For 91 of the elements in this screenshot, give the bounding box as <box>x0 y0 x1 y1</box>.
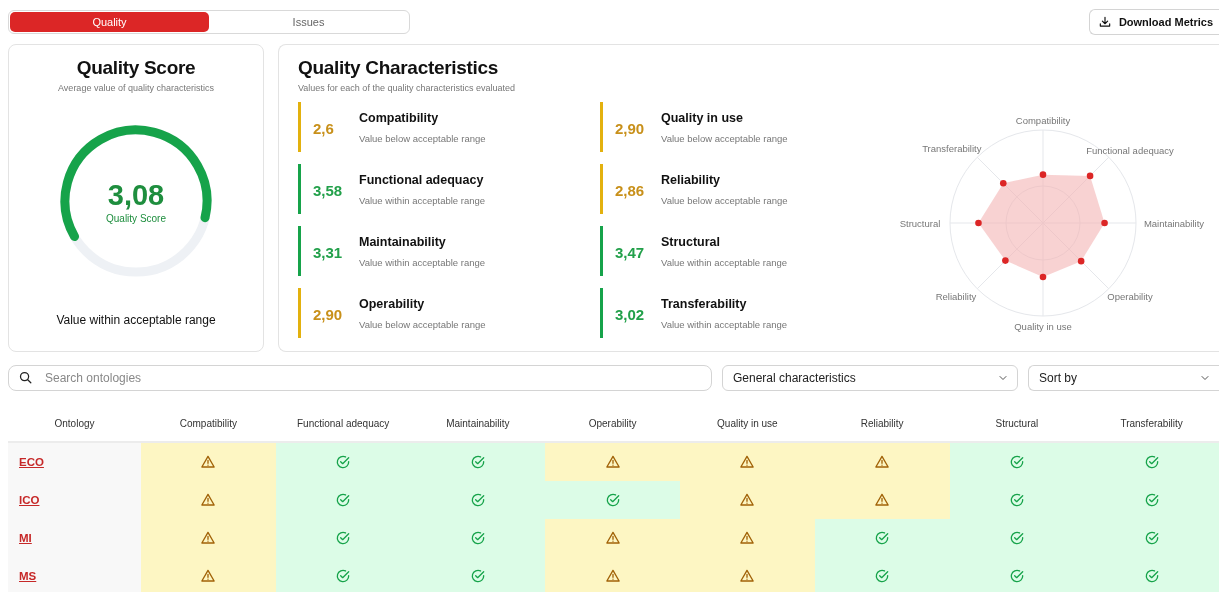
characteristic-name: Quality in use <box>661 110 744 125</box>
check-circle-icon <box>469 492 486 508</box>
card-title: Quality Characteristics <box>298 57 500 79</box>
search-field[interactable]: Search ontologies <box>8 365 712 391</box>
download-icon <box>1097 15 1112 29</box>
card-subtitle: Average value of quality characteristics <box>58 83 214 93</box>
characteristic-name: Structural <box>661 234 722 249</box>
characteristic-name: Compatibility <box>359 110 440 125</box>
characteristic-status: Value within acceptable range <box>661 318 788 330</box>
sort-dropdown[interactable]: Sort by <box>1028 365 1219 391</box>
data-point <box>1039 171 1047 178</box>
warning-icon <box>739 530 756 546</box>
check-circle-icon <box>1008 492 1025 508</box>
data-point <box>1101 219 1108 227</box>
characteristic-name: Transferability <box>661 296 748 311</box>
warning-icon <box>739 492 756 508</box>
characteristic-value: 3,58 <box>313 181 344 199</box>
ontology-link[interactable]: ECO <box>19 456 44 468</box>
characteristic-status: Value within acceptable range <box>359 194 486 206</box>
radar-axis-label: Maintainability <box>1143 217 1205 229</box>
radar-axis-label: Quality in use <box>1014 320 1072 332</box>
check-circle-icon <box>469 454 486 470</box>
ontology-link[interactable]: MS <box>19 570 37 582</box>
search-icon <box>18 370 33 385</box>
check-circle-icon <box>335 454 352 470</box>
data-point <box>975 219 982 227</box>
radar-axis-label: Transferability <box>922 142 982 154</box>
check-circle-icon <box>335 568 352 584</box>
ontology-link[interactable]: ICO <box>19 494 40 506</box>
characteristic-status: Value below acceptable range <box>359 318 486 330</box>
characteristic-value: 2,90 <box>615 119 646 137</box>
check-circle-icon <box>874 568 891 584</box>
card-title: Quality Score <box>76 57 196 79</box>
characteristic-status: Value below acceptable range <box>661 194 788 206</box>
ontology-link[interactable]: MI <box>19 532 32 544</box>
characteristic-value: 2,86 <box>615 181 646 199</box>
characteristic-name: Functional adequacy <box>359 172 485 187</box>
characteristics-dropdown[interactable]: General characteristics <box>722 365 1018 391</box>
warning-icon <box>874 492 891 508</box>
radar-axis-label: Reliability <box>935 290 977 302</box>
radar-axis-label: Structural <box>899 217 941 229</box>
tab[interactable]: Quality <box>10 12 209 32</box>
warning-icon <box>739 568 756 584</box>
check-circle-icon <box>1008 568 1025 584</box>
radar-axis-label: Functional adequacy <box>1086 144 1174 156</box>
warning-icon <box>200 492 217 508</box>
warning-icon <box>200 568 217 584</box>
warning-icon <box>604 568 621 584</box>
score-verdict: Value within acceptable range <box>56 313 216 327</box>
check-circle-icon <box>1143 568 1160 584</box>
characteristic-value: 3,02 <box>615 305 646 323</box>
check-circle-icon <box>1008 454 1025 470</box>
check-circle-icon <box>469 568 486 584</box>
data-point <box>1077 257 1085 265</box>
radar-axis-label: Compatibility <box>1015 114 1071 126</box>
data-point <box>1039 273 1047 281</box>
warning-icon <box>200 530 217 546</box>
warning-icon <box>604 530 621 546</box>
characteristic-status: Value below acceptable range <box>359 132 486 144</box>
characteristic-status: Value within acceptable range <box>661 256 788 268</box>
warning-icon <box>739 454 756 470</box>
check-circle-icon <box>335 492 352 508</box>
check-circle-icon <box>604 492 621 508</box>
warning-icon <box>604 454 621 470</box>
check-circle-icon <box>469 530 486 546</box>
characteristic-status: Value below acceptable range <box>661 132 788 144</box>
warning-icon <box>874 454 891 470</box>
check-circle-icon <box>1143 530 1160 546</box>
characteristic-name: Maintainability <box>359 234 447 249</box>
characteristic-value: 3,47 <box>615 243 646 261</box>
check-circle-icon <box>1143 454 1160 470</box>
check-circle-icon <box>874 530 891 546</box>
characteristic-value: 2,6 <box>313 119 335 137</box>
score-label: Quality Score <box>106 212 166 224</box>
characteristic-name: Reliability <box>661 172 722 187</box>
tab[interactable]: Issues <box>209 12 408 32</box>
data-point <box>1086 172 1094 180</box>
radar-axis-label: Operability <box>1107 290 1153 302</box>
check-circle-icon <box>1008 530 1025 546</box>
data-point <box>1002 257 1009 264</box>
characteristic-value: 3,31 <box>313 243 344 261</box>
characteristic-status: Value within acceptable range <box>359 256 486 268</box>
card-subtitle: Values for each of the quality characteristics evaluated <box>298 83 516 93</box>
characteristic-name: Operability <box>359 296 426 311</box>
check-circle-icon <box>1143 492 1160 508</box>
characteristic-value: 2,90 <box>313 305 344 323</box>
warning-icon <box>200 454 217 470</box>
download-button[interactable]: Download Metrics <box>1088 9 1219 35</box>
check-circle-icon <box>335 530 352 546</box>
data-point <box>1000 180 1007 187</box>
score-value: 3,08 <box>107 178 165 212</box>
